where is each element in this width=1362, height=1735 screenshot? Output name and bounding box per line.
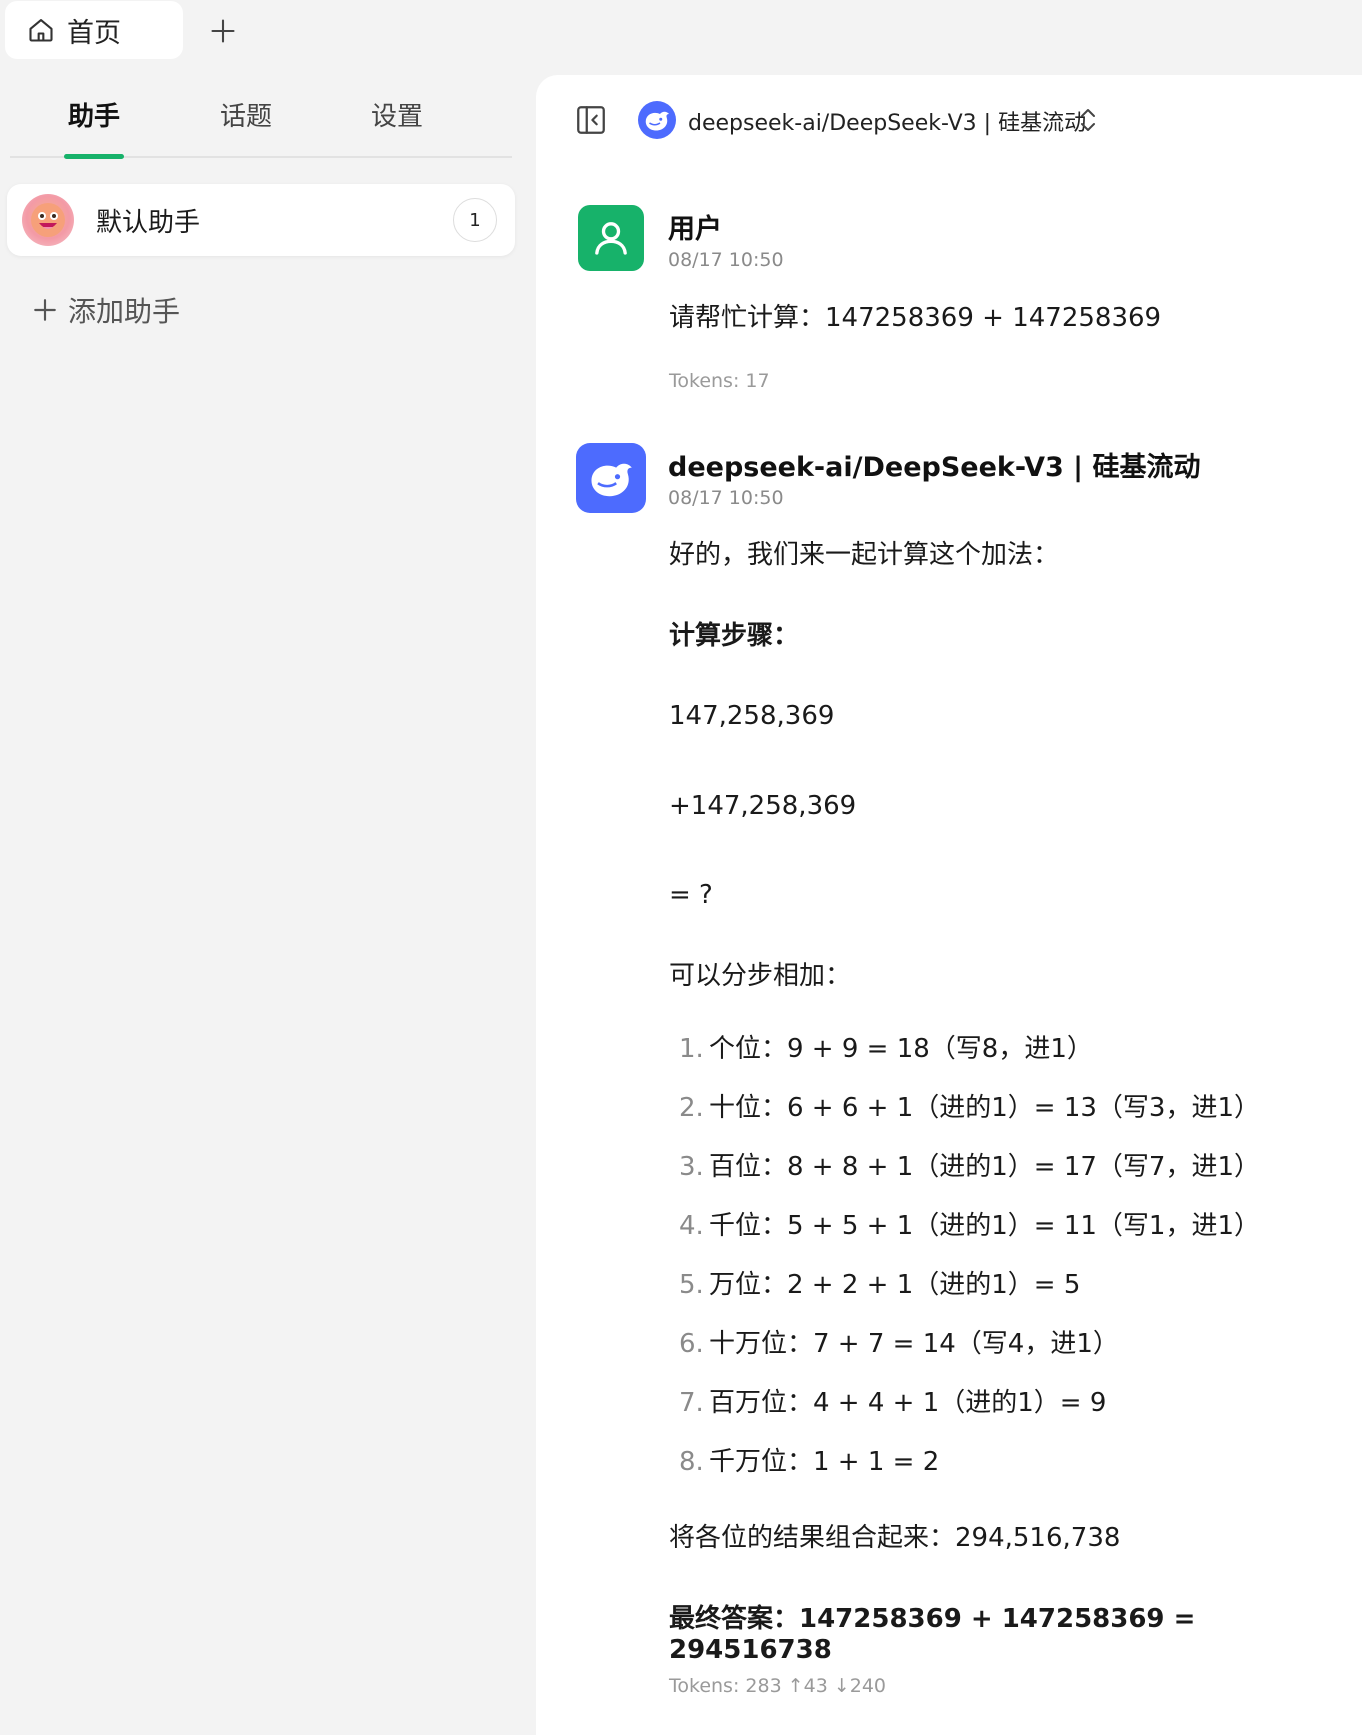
list-item: 8. 千万位：1 + 1 = 2 bbox=[679, 1441, 939, 1478]
add-assistant-button[interactable]: 添加助手 bbox=[32, 290, 180, 330]
reply-equals: = ? bbox=[669, 880, 713, 910]
list-text: 十万位：7 + 7 = 14（写4，进1） bbox=[709, 1329, 1119, 1359]
reply-stepwise: 可以分步相加： bbox=[669, 961, 852, 991]
user-avatar bbox=[578, 205, 644, 271]
assistant-item-default[interactable]: 默认助手 1 bbox=[7, 184, 515, 256]
tab-assistants[interactable]: 助手 bbox=[34, 96, 154, 133]
list-number: 1. bbox=[679, 1034, 704, 1064]
list-item: 4. 千位：5 + 5 + 1（进的1）= 11（写1，进1） bbox=[679, 1205, 1260, 1242]
message-author: deepseek-ai/DeepSeek-V3 | 硅基流动 bbox=[668, 452, 1201, 483]
tab-topics[interactable]: 话题 bbox=[186, 96, 306, 133]
message-time: 08/17 10:50 bbox=[668, 487, 784, 509]
plus-icon bbox=[211, 19, 235, 43]
list-item: 3. 百位：8 + 8 + 1（进的1）= 17（写7，进1） bbox=[679, 1146, 1260, 1183]
message-time: 08/17 10:50 bbox=[668, 249, 784, 271]
list-text: 百位：8 + 8 + 1（进的1）= 17（写7，进1） bbox=[709, 1152, 1261, 1182]
reply-intro: 好的，我们来一起计算这个加法： bbox=[669, 540, 1060, 570]
smiley-face-icon bbox=[31, 203, 65, 237]
sidebar-tabs: 助手 话题 设置 bbox=[10, 68, 512, 159]
reply-final-answer: 最终答案：147258369 + 147258369 = 294516738 bbox=[669, 1604, 1196, 1666]
topic-count-badge: 1 bbox=[453, 198, 497, 242]
list-item: 2. 十位：6 + 6 + 1（进的1）= 13（写3，进1） bbox=[679, 1087, 1260, 1124]
list-text: 个位：9 + 9 = 18（写8，进1） bbox=[709, 1034, 1093, 1064]
list-item: 5. 万位：2 + 2 + 1（进的1）= 5 bbox=[679, 1264, 1080, 1301]
user-icon bbox=[595, 222, 627, 255]
list-text: 十位：6 + 6 + 1（进的1）= 13（写3，进1） bbox=[709, 1093, 1261, 1123]
chat-panel: deepseek-ai/DeepSeek-V3 | 硅基流动 用户 08/17 … bbox=[536, 75, 1362, 1735]
list-number: 2. bbox=[679, 1093, 704, 1123]
deepseek-logo-icon bbox=[638, 101, 676, 139]
plus-icon bbox=[34, 299, 56, 321]
list-number: 3. bbox=[679, 1152, 704, 1182]
list-text: 千万位：1 + 1 = 2 bbox=[709, 1447, 940, 1477]
list-item: 1. 个位：9 + 9 = 18（写8，进1） bbox=[679, 1028, 1093, 1065]
sidebar: 助手 话题 设置 默认助手 1 添加助手 bbox=[0, 68, 536, 1735]
reply-combine: 将各位的结果组合起来：294,516,738 bbox=[669, 1523, 1121, 1553]
assistant-avatar bbox=[22, 194, 74, 246]
token-count: Tokens: 17 bbox=[669, 370, 770, 392]
list-text: 百万位：4 + 4 + 1（进的1）= 9 bbox=[709, 1388, 1107, 1418]
model-avatar bbox=[576, 443, 646, 513]
active-tab-indicator bbox=[64, 154, 124, 159]
tab-bar: 首页 bbox=[0, 0, 1362, 68]
deepseek-whale-icon bbox=[591, 463, 632, 497]
list-number: 6. bbox=[679, 1329, 704, 1359]
reply-operand-2: +147,258,369 bbox=[669, 791, 857, 821]
list-number: 7. bbox=[679, 1388, 704, 1418]
list-item: 6. 十万位：7 + 7 = 14（写4，进1） bbox=[679, 1323, 1119, 1360]
sidebar-toggle-icon[interactable] bbox=[574, 103, 608, 137]
token-count: Tokens: 283 ↑43 ↓240 bbox=[669, 1675, 887, 1697]
list-number: 5. bbox=[679, 1270, 704, 1300]
new-tab-button[interactable] bbox=[205, 13, 241, 49]
assistant-name: 默认助手 bbox=[96, 207, 201, 238]
reply-operand-1: 147,258,369 bbox=[669, 701, 835, 731]
tab-home-label: 首页 bbox=[67, 17, 121, 49]
home-icon bbox=[29, 19, 53, 42]
model-selector[interactable]: deepseek-ai/DeepSeek-V3 | 硅基流动 bbox=[688, 105, 1086, 137]
message-author: 用户 bbox=[668, 214, 722, 245]
chat-header: deepseek-ai/DeepSeek-V3 | 硅基流动 bbox=[536, 75, 1362, 165]
add-assistant-label: 添加助手 bbox=[68, 295, 181, 328]
list-number: 4. bbox=[679, 1211, 704, 1241]
tab-home[interactable]: 首页 bbox=[5, 1, 183, 59]
list-text: 千位：5 + 5 + 1（进的1）= 11（写1，进1） bbox=[709, 1211, 1261, 1241]
chevron-up-down-icon[interactable] bbox=[1076, 105, 1100, 135]
list-number: 8. bbox=[679, 1447, 704, 1477]
message-text: 请帮忙计算：147258369 + 147258369 bbox=[669, 303, 1162, 333]
list-item: 7. 百万位：4 + 4 + 1（进的1）= 9 bbox=[679, 1382, 1106, 1419]
list-text: 万位：2 + 2 + 1（进的1）= 5 bbox=[709, 1270, 1081, 1300]
tab-settings[interactable]: 设置 bbox=[337, 96, 457, 133]
reply-steps-title: 计算步骤： bbox=[669, 621, 800, 651]
